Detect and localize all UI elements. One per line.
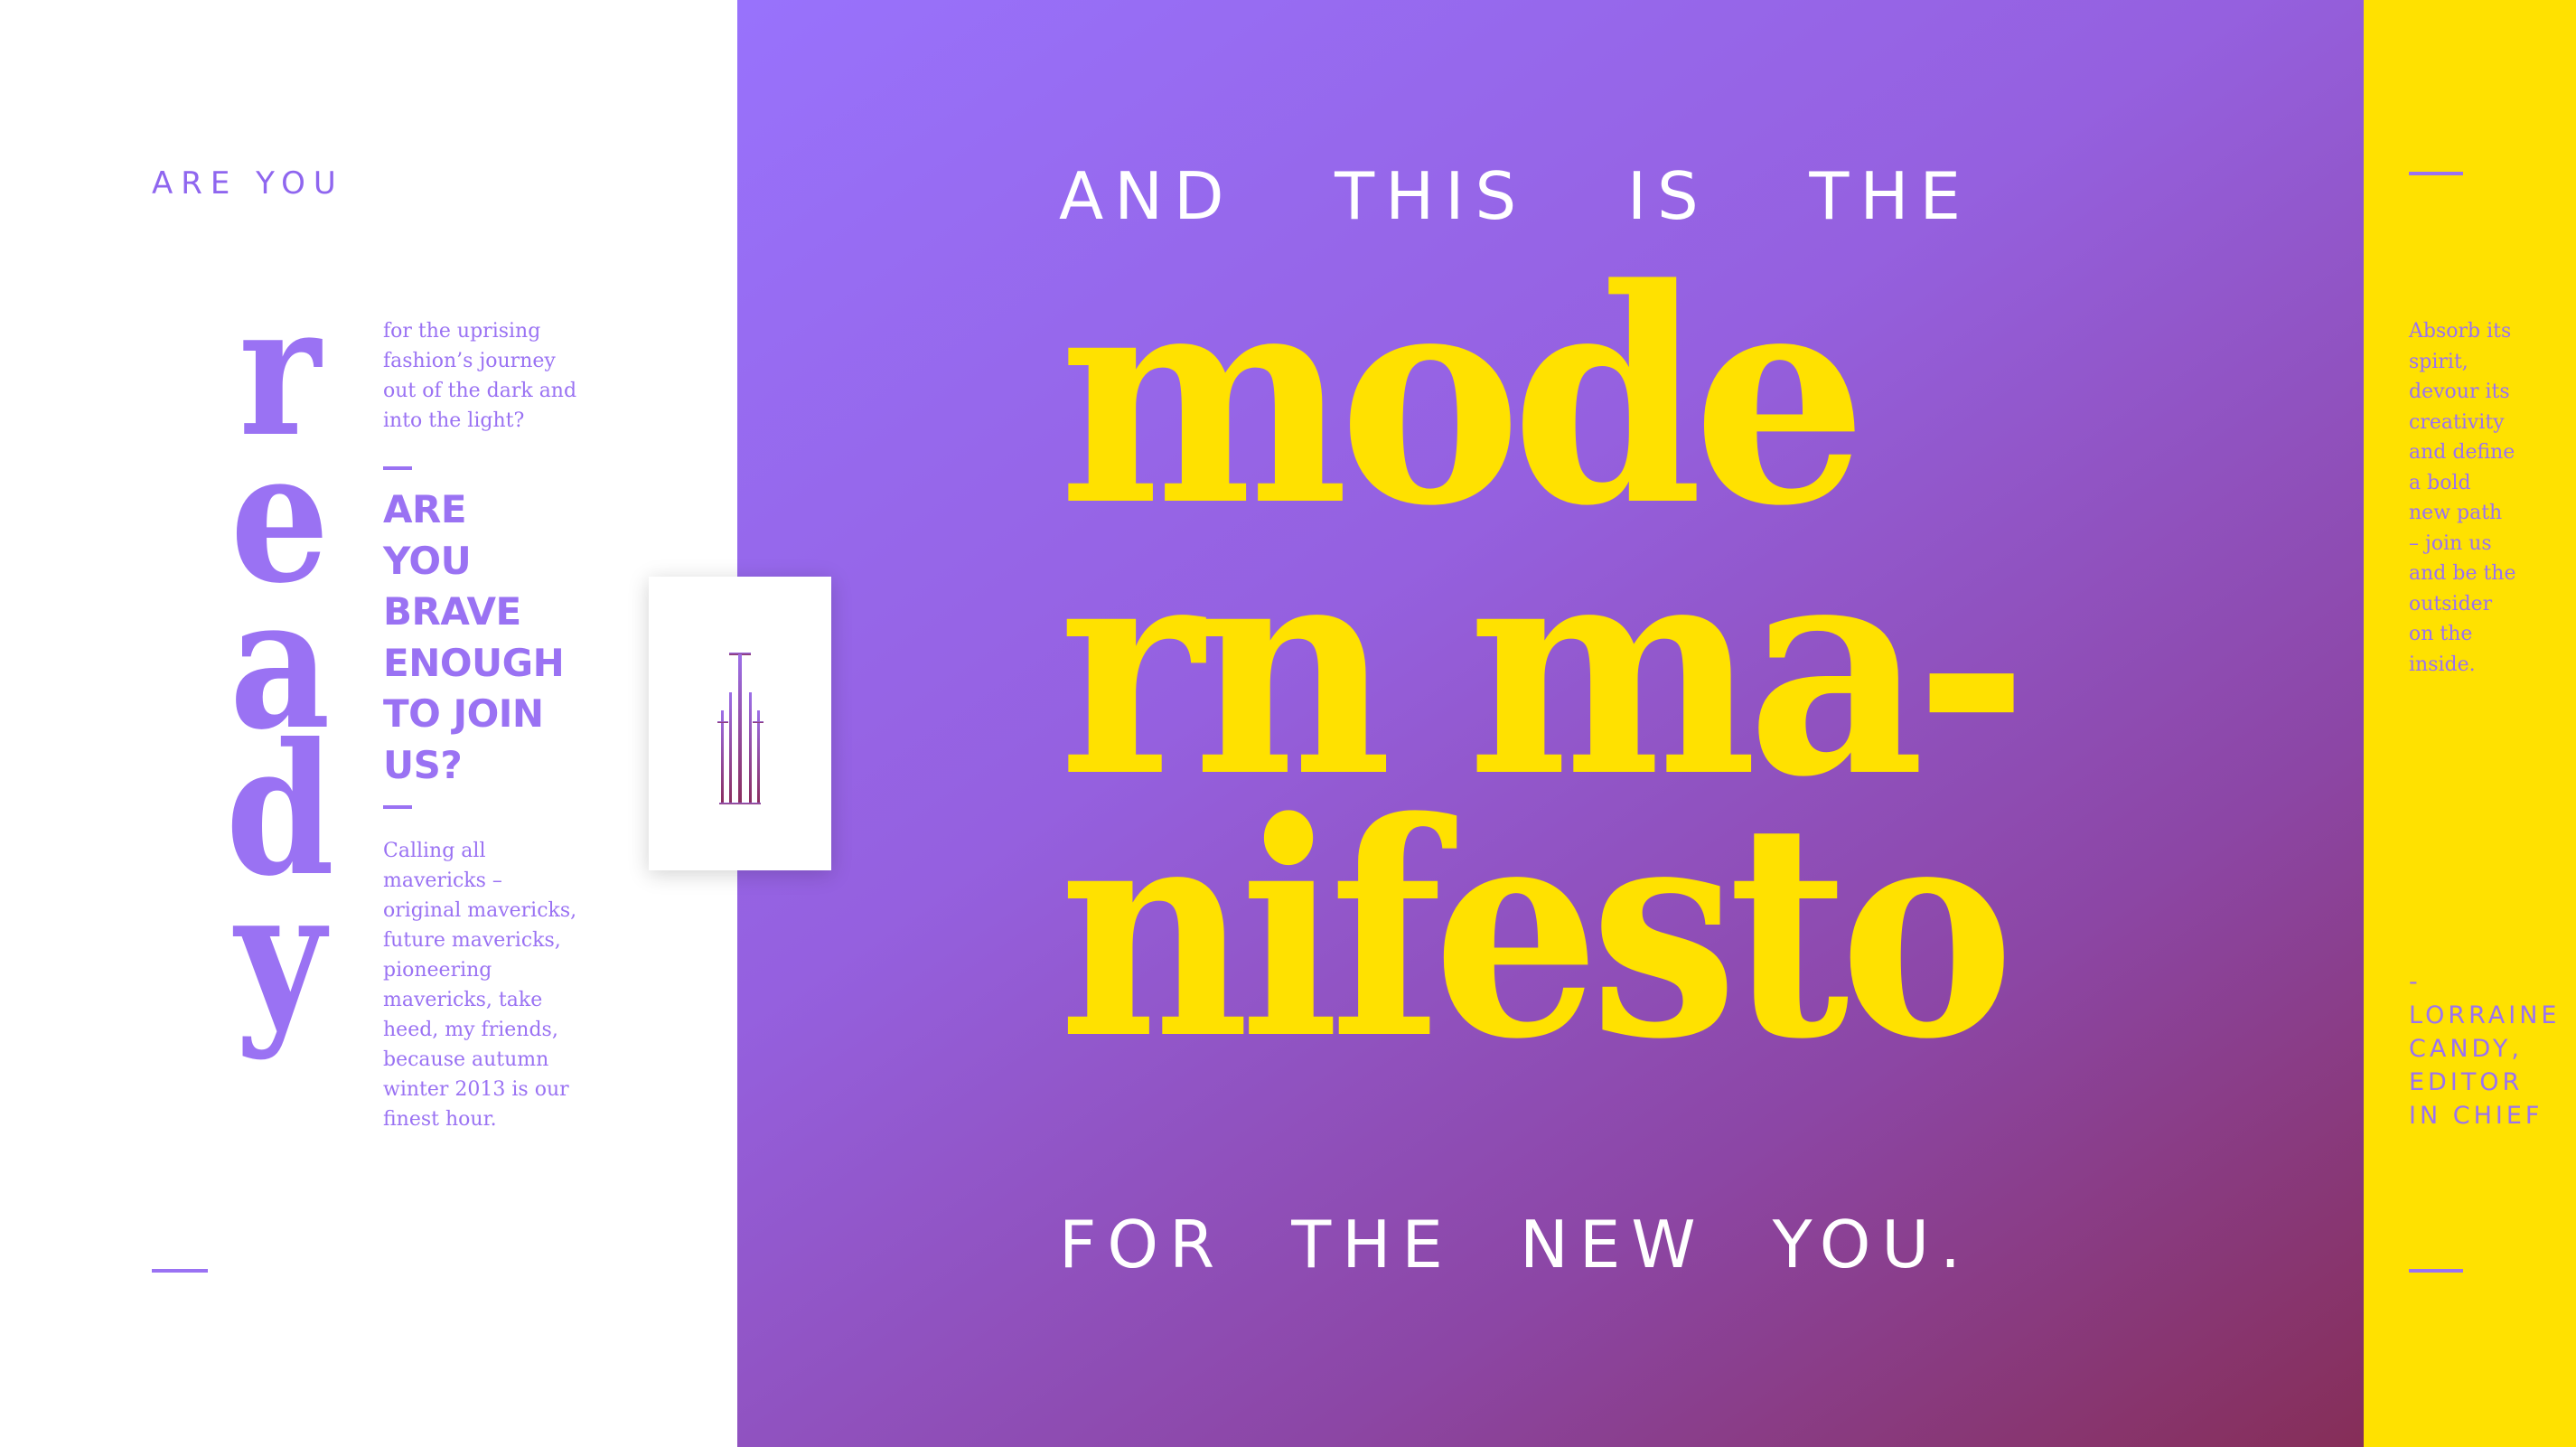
headline-line-1: mode — [1059, 224, 1867, 570]
intro-paragraph: for the uprising fashion’s journey out o… — [383, 320, 577, 432]
bottom-right-dash — [2409, 1269, 2463, 1273]
credit-line: LORRAINE — [2409, 1001, 2561, 1029]
elle-monogram-logo-icon — [717, 653, 763, 804]
credit-line: IN CHIEF — [2409, 1102, 2543, 1130]
divider-dash — [383, 466, 412, 470]
bottom-word: YOU. — [1772, 1207, 1972, 1283]
brave-line: BRAVE — [383, 589, 521, 634]
bottom-line: FOR THE NEW YOU. — [1059, 1207, 1972, 1283]
credit-line: EDITOR — [2409, 1068, 2524, 1096]
brave-line: ENOUGH — [383, 640, 565, 685]
ready-letter: y — [235, 850, 325, 1063]
bottom-word: NEW — [1520, 1207, 1707, 1283]
headline-line-3: nifesto — [1059, 757, 2014, 1104]
credit-prefix: - — [2409, 968, 2421, 996]
brave-line: ARE — [383, 487, 467, 531]
bottom-word: THE — [1291, 1207, 1454, 1283]
eyebrow-are-you: ARE YOU — [152, 165, 344, 202]
top-right-dash — [2409, 172, 2463, 175]
right-column: Absorb its spirit, devour its creativity… — [2364, 0, 2576, 1447]
divider-dash — [383, 805, 412, 809]
right-paragraph: Absorb its spirit, devour its creativity… — [2409, 320, 2516, 676]
brave-heading: ARE YOU BRAVE ENOUGH TO JOIN US? — [383, 484, 565, 791]
vertical-word-ready: r e a d y — [190, 281, 370, 1063]
left-column: ARE YOU r e a d y for the uprising fashi… — [0, 0, 737, 1447]
brave-line: US? — [383, 742, 463, 787]
top-word: THE — [1809, 158, 1972, 234]
top-line: AND THIS IS THE — [1059, 158, 1972, 234]
logo-card[interactable] — [649, 577, 831, 870]
credit-line: CANDY, — [2409, 1035, 2523, 1063]
brave-line: TO JOIN — [383, 691, 544, 736]
top-word: THIS — [1335, 158, 1528, 234]
top-word: AND — [1059, 158, 1235, 234]
bottom-left-dash — [152, 1269, 208, 1273]
editor-credit: - LORRAINE CANDY, EDITOR IN CHIEF — [2409, 965, 2560, 1132]
brave-line: YOU — [383, 538, 472, 583]
top-word: IS — [1626, 158, 1710, 234]
bottom-word: FOR — [1059, 1207, 1226, 1283]
outro-paragraph: Calling all mavericks – original maveric… — [383, 840, 577, 1131]
